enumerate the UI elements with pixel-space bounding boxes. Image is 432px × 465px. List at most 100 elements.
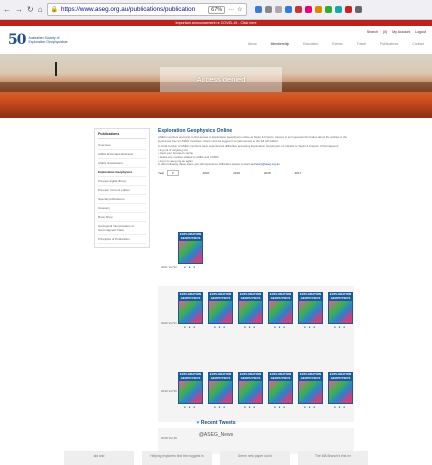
cover-title: EXPLORATION GEOPHYSICS <box>298 292 323 300</box>
year-tick[interactable]: 2018 <box>264 171 271 175</box>
sidebar-item[interactable]: ASEG Extended Abstracts <box>98 150 146 159</box>
extension-icon[interactable] <box>314 6 322 13</box>
extension-icon[interactable] <box>344 6 352 13</box>
sidebar-item[interactable]: Principles of Publication <box>98 235 146 244</box>
tweet-card[interactable]: The WA Branch's first ne <box>298 451 368 465</box>
extension-icon[interactable] <box>284 6 292 13</box>
sidebar-item[interactable]: Overview <box>98 141 146 150</box>
sidebar-item[interactable]: Preview: Current edition <box>98 186 146 195</box>
sidebar-item[interactable]: Book Shop <box>98 213 146 222</box>
publications-sidebar: Publications Overview ASEG Extended Abstr… <box>94 128 150 248</box>
year-tick[interactable]: 2020 <box>203 171 210 175</box>
sidebar-item[interactable]: Glossary <box>98 204 146 213</box>
access-denied-message: Access denied <box>160 67 282 92</box>
cover-action-icons[interactable]: ● ● ● <box>244 405 256 409</box>
journal-cover[interactable]: EXPLORATION GEOPHYSICS <box>238 372 263 404</box>
journal-cover[interactable]: EXPLORATION GEOPHYSICS <box>238 292 263 324</box>
cover-action-icons[interactable]: ● ● ● <box>184 265 196 269</box>
back-icon[interactable]: ← <box>3 5 11 14</box>
twitter-handle[interactable]: @ASEG_News <box>0 432 432 438</box>
cover-artwork <box>179 301 202 323</box>
journal-cover[interactable]: EXPLORATION GEOPHYSICS <box>328 372 353 404</box>
journal-cover[interactable]: EXPLORATION GEOPHYSICS <box>208 292 233 324</box>
help-text: If, after following these steps you stil… <box>158 162 280 167</box>
my-account-link[interactable]: My Account <box>392 30 410 34</box>
journal-cover[interactable]: EXPLORATION GEOPHYSICS <box>268 292 293 324</box>
cover-title: EXPLORATION GEOPHYSICS <box>178 232 203 240</box>
cover-artwork <box>299 301 322 323</box>
recent-tweets-section: ♥ Recent Tweets @ASEG_News <box>0 420 432 438</box>
tweet-card[interactable]: Helping explorers find the nuggets in <box>142 451 212 465</box>
tweet-card[interactable]: aid and <box>64 451 134 465</box>
reload-icon[interactable]: ↻ <box>27 5 34 14</box>
address-bar[interactable]: 🔒 https://www.aseg.org.au/publications/p… <box>46 3 247 16</box>
extension-icon[interactable] <box>324 6 332 13</box>
aseg-logo[interactable]: 50 Australian Society of Exploration Geop… <box>8 32 68 48</box>
contact-email-link[interactable]: secretary@aseg.org.au <box>251 162 280 166</box>
year-tick[interactable]: 2019 <box>233 171 240 175</box>
sidebar-title: Publications <box>98 132 146 139</box>
zoom-badge[interactable]: 67% <box>208 5 226 14</box>
sidebar-item[interactable]: Exploration Geophysics <box>98 168 146 177</box>
cover-action-icons[interactable]: ● ● ● <box>274 325 286 329</box>
nav-education[interactable]: Education <box>303 42 318 46</box>
extension-icon[interactable] <box>334 6 342 13</box>
download-icon[interactable] <box>254 6 262 13</box>
cover-action-icons[interactable]: ● ● ● <box>214 405 226 409</box>
bookmark-star-icon[interactable]: ☆ <box>237 6 242 13</box>
extension-icon[interactable] <box>304 6 312 13</box>
cover-action-icons[interactable]: ● ● ● <box>244 325 256 329</box>
cover-action-icons[interactable]: ● ● ● <box>304 405 316 409</box>
more-icon[interactable]: ··· <box>228 7 234 13</box>
journal-cover[interactable]: EXPLORATION GEOPHYSICS <box>208 372 233 404</box>
cover-action-icons[interactable]: ● ● ● <box>304 325 316 329</box>
cover-action-icons[interactable]: ● ● ● <box>184 405 196 409</box>
journal-cover[interactable]: EXPLORATION GEOPHYSICS <box>268 372 293 404</box>
cover-action-icons[interactable]: ● ● ● <box>184 325 196 329</box>
cover-title: EXPLORATION GEOPHYSICS <box>328 292 353 300</box>
sidebar-item[interactable]: Geological Interpretation of Aeromagneti… <box>98 222 146 235</box>
sidebar-item[interactable]: Preview digital library <box>98 177 146 186</box>
sidebar-icon[interactable] <box>274 6 282 13</box>
search-link[interactable]: Search <box>367 30 378 34</box>
cover-artwork <box>269 381 292 403</box>
cover-title: EXPLORATION GEOPHYSICS <box>268 292 293 300</box>
sidebar-item[interactable]: Special publications <box>98 195 146 204</box>
year-filter: Year ▾ 2020 2019 2018 2017 <box>158 170 353 177</box>
journal-cover[interactable]: EXPLORATION GEOPHYSICS <box>178 232 203 264</box>
cover-title: EXPLORATION GEOPHYSICS <box>238 372 263 380</box>
logout-link[interactable]: Logout <box>415 30 426 34</box>
cover-action-icons[interactable]: ● ● ● <box>274 405 286 409</box>
nav-travel[interactable]: Travel <box>357 42 366 46</box>
library-icon[interactable] <box>264 6 272 13</box>
sidebar-item[interactable]: ASEG Newsletters <box>98 159 146 168</box>
cover-title: EXPLORATION GEOPHYSICS <box>298 372 323 380</box>
year-tick[interactable]: 2017 <box>295 171 302 175</box>
journal-cover[interactable]: EXPLORATION GEOPHYSICS <box>298 292 323 324</box>
cover-title: EXPLORATION GEOPHYSICS <box>178 292 203 300</box>
cover-action-icons[interactable]: ● ● ● <box>334 325 346 329</box>
home-icon[interactable]: ⌂ <box>38 5 43 14</box>
tweet-cards: aid and Helping explorers find the nugge… <box>0 451 432 465</box>
cover-action-icons[interactable]: ● ● ● <box>214 325 226 329</box>
year-select[interactable]: ▾ <box>167 170 179 177</box>
menu-icon[interactable] <box>354 6 362 13</box>
hero-banner: Access denied <box>0 54 432 118</box>
cover-artwork <box>269 301 292 323</box>
journal-cover[interactable]: EXPLORATION GEOPHYSICS <box>178 292 203 324</box>
nav-events[interactable]: Events <box>332 42 342 46</box>
year-row: 2020 Vol 51 EXPLORATION GEOPHYSICS ● ● ● EX… <box>158 286 354 366</box>
journal-cover[interactable]: EXPLORATION GEOPHYSICS <box>328 292 353 324</box>
journal-cover[interactable]: EXPLORATION GEOPHYSICS <box>298 372 323 404</box>
nav-about[interactable]: About <box>248 42 257 46</box>
nav-membership[interactable]: Membership <box>271 42 290 46</box>
nav-publications[interactable]: Publications <box>380 42 398 46</box>
forward-icon[interactable]: → <box>15 5 23 14</box>
year-row-label: 2021 Vol 52 <box>161 265 177 269</box>
cover-action-icons[interactable]: ● ● ● <box>334 405 346 409</box>
extension-icon[interactable] <box>294 6 302 13</box>
tweet-card[interactable]: Green new paper out in <box>220 451 290 465</box>
nav-contact[interactable]: Contact <box>412 42 424 46</box>
journal-cover[interactable]: EXPLORATION GEOPHYSICS <box>178 372 203 404</box>
cart-link[interactable]: (0) <box>383 30 387 34</box>
